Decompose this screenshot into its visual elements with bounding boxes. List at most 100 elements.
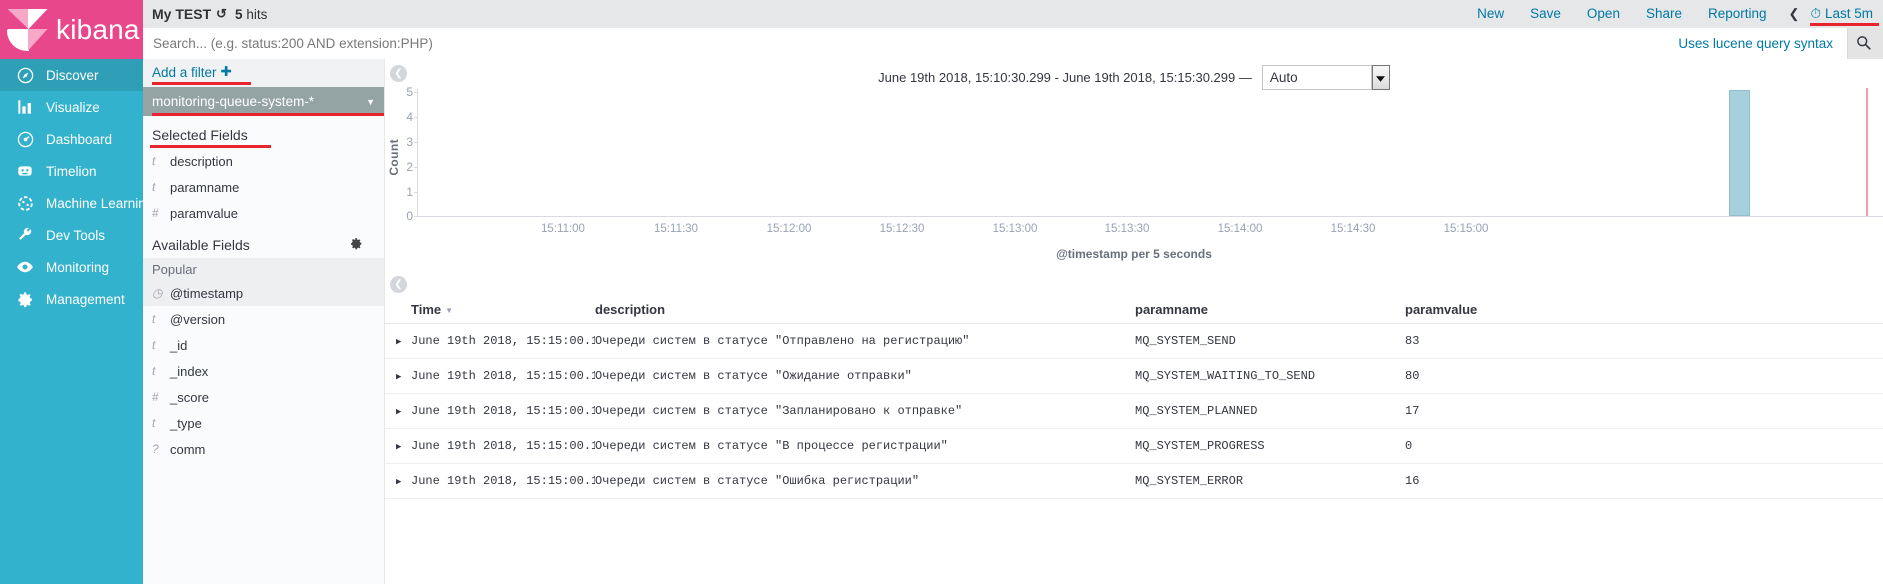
sidebar-item-label: Dev Tools bbox=[46, 227, 106, 243]
field-item-paramvalue[interactable]: # paramvalue bbox=[143, 200, 384, 226]
sidebar-item-label: Dashboard bbox=[46, 131, 113, 147]
add-filter-label: Add a filter bbox=[152, 64, 217, 80]
gear-icon[interactable] bbox=[350, 237, 363, 253]
cell-paramname: MQ_SYSTEM_WAITING_TO_SEND bbox=[1135, 358, 1405, 394]
field-type-string-icon: t bbox=[152, 180, 156, 194]
row-expand-toggle[interactable]: ▶ bbox=[385, 323, 411, 359]
table-row[interactable]: ▶ June 19th 2018, 15:15:00.151 Очереди с… bbox=[385, 428, 1883, 464]
field-name: _id bbox=[170, 337, 188, 353]
sidebar-item-label: Machine Learning bbox=[46, 195, 154, 211]
sidebar-item-machine-learning[interactable]: Machine Learning bbox=[0, 187, 153, 219]
table-row[interactable]: ▶ June 19th 2018, 15:15:00.152 Очереди с… bbox=[385, 323, 1883, 359]
table-row[interactable]: ▶ June 19th 2018, 15:15:00.151 Очереди с… bbox=[385, 463, 1883, 499]
table-row[interactable]: ▶ June 19th 2018, 15:15:00.152 Очереди с… bbox=[385, 358, 1883, 394]
caret-down-icon[interactable]: ▼ bbox=[445, 306, 453, 315]
field-item-timestamp[interactable]: ◷ @timestamp bbox=[143, 280, 384, 306]
search-input[interactable] bbox=[152, 30, 1679, 57]
field-item-id[interactable]: t _id bbox=[143, 332, 384, 358]
caret-right-icon[interactable]: ▶ bbox=[385, 442, 401, 452]
sidebar-item-label: Visualize bbox=[46, 99, 100, 115]
field-name: _score bbox=[170, 389, 210, 405]
field-name: _type bbox=[170, 415, 202, 431]
lucene-syntax-link[interactable]: Uses lucene query syntax bbox=[1678, 36, 1847, 51]
field-name: _index bbox=[170, 363, 209, 379]
sidebar-item-label: Timelion bbox=[46, 163, 97, 179]
th-paramname[interactable]: paramname bbox=[1135, 298, 1405, 324]
cell-paramname: MQ_SYSTEM_PROGRESS bbox=[1135, 428, 1405, 464]
row-expand-toggle[interactable]: ▶ bbox=[385, 358, 411, 394]
th-time[interactable]: Time ▼ bbox=[411, 298, 595, 324]
x-axis-title: @timestamp per 5 seconds bbox=[1056, 247, 1212, 261]
sidebar-item-discover[interactable]: Discover bbox=[0, 59, 143, 91]
th-time-label: Time bbox=[411, 302, 442, 317]
hits-count-container: 5 hits bbox=[235, 7, 267, 22]
caret-right-icon[interactable]: ▶ bbox=[385, 477, 401, 487]
chevron-down-icon: ▼ bbox=[366, 96, 375, 107]
top-nav-open[interactable]: Open bbox=[1574, 0, 1633, 28]
cell-time: June 19th 2018, 15:15:00.152 bbox=[411, 323, 595, 359]
top-nav-save[interactable]: Save bbox=[1517, 0, 1574, 28]
x-tick-label: 15:15:00 bbox=[1443, 223, 1489, 235]
y-axis-ticks: 5 4 3 2 1 0 bbox=[385, 85, 417, 223]
discover-main: ❮ June 19th 2018, 15:10:30.299 - June 19… bbox=[385, 59, 1883, 584]
field-item-type[interactable]: t _type bbox=[143, 410, 384, 436]
interval-select[interactable]: Auto bbox=[1261, 64, 1372, 90]
index-pattern-selector[interactable]: monitoring-queue-system-* ▼ bbox=[143, 87, 384, 116]
available-fields-heading: Available Fields bbox=[143, 226, 384, 258]
field-item-score[interactable]: # _score bbox=[143, 384, 384, 410]
chevron-up-icon[interactable]: ❮ bbox=[390, 276, 407, 293]
cell-description: Очереди систем в статусе "Ошибка регистр… bbox=[595, 463, 1135, 499]
chevron-left-icon[interactable]: ❮ bbox=[390, 65, 407, 82]
sidebar-item-management[interactable]: Management bbox=[0, 283, 143, 315]
cell-description: Очереди систем в статусе "Ожидание отпра… bbox=[595, 358, 1135, 394]
search-submit-button[interactable] bbox=[1847, 28, 1883, 59]
x-tick-label: 15:13:30 bbox=[1104, 223, 1150, 235]
top-nav-new[interactable]: New bbox=[1464, 0, 1517, 28]
search-icon bbox=[1856, 35, 1871, 53]
top-nav-share[interactable]: Share bbox=[1633, 0, 1695, 28]
row-expand-toggle[interactable]: ▶ bbox=[385, 393, 411, 429]
sidebar-item-visualize[interactable]: Visualize bbox=[0, 91, 143, 123]
sidebar-item-monitoring[interactable]: Monitoring bbox=[0, 251, 143, 283]
caret-right-icon[interactable]: ▶ bbox=[385, 407, 401, 417]
histogram-header: ❮ June 19th 2018, 15:10:30.299 - June 19… bbox=[385, 59, 1883, 90]
cell-time: June 19th 2018, 15:15:00.151 bbox=[411, 463, 595, 499]
field-item-paramname[interactable]: t paramname bbox=[143, 174, 384, 200]
sidebar-nav-list: Discover Visualize Dashboard Timelion Ma… bbox=[0, 59, 153, 315]
sidebar-item-timelion[interactable]: Timelion bbox=[0, 155, 143, 187]
cell-description: Очереди систем в статусе "Отправлено на … bbox=[595, 323, 1135, 359]
x-tick-label: 15:12:30 bbox=[879, 223, 925, 235]
add-filter-button[interactable]: Add a filter ✚ bbox=[152, 64, 251, 85]
selected-fields-list: t description t paramname # paramvalue bbox=[143, 148, 384, 226]
sidebar-item-dev-tools[interactable]: Dev Tools bbox=[0, 219, 143, 251]
time-marker-line bbox=[1866, 88, 1868, 216]
x-tick-label: 15:14:00 bbox=[1217, 223, 1263, 235]
field-name: comm bbox=[170, 441, 206, 457]
row-expand-toggle[interactable]: ▶ bbox=[385, 428, 411, 464]
histogram-bar[interactable] bbox=[1729, 90, 1750, 216]
kibana-logo[interactable]: kibana bbox=[0, 0, 143, 59]
field-item-version[interactable]: t @version bbox=[143, 306, 384, 332]
th-paramvalue[interactable]: paramvalue bbox=[1405, 298, 1883, 324]
reload-icon[interactable]: ↻ bbox=[216, 6, 227, 22]
th-description[interactable]: description bbox=[595, 298, 1135, 324]
sidebar-item-label: Discover bbox=[46, 67, 99, 83]
field-item-index[interactable]: t _index bbox=[143, 358, 384, 384]
interval-dropdown-button[interactable] bbox=[1371, 64, 1390, 90]
saved-search-title: My TEST ↻ bbox=[152, 6, 227, 22]
table-row[interactable]: ▶ June 19th 2018, 15:15:00.151 Очереди с… bbox=[385, 393, 1883, 429]
cell-paramvalue: 16 bbox=[1405, 463, 1883, 499]
field-item-comm[interactable]: ? comm bbox=[143, 436, 384, 462]
cell-paramname: MQ_SYSTEM_ERROR bbox=[1135, 463, 1405, 499]
chevron-left-icon[interactable]: ❮ bbox=[1780, 0, 1809, 28]
field-item-description[interactable]: t description bbox=[143, 148, 384, 174]
top-nav-reporting[interactable]: Reporting bbox=[1695, 0, 1780, 28]
row-expand-toggle[interactable]: ▶ bbox=[385, 463, 411, 499]
plot-area[interactable] bbox=[414, 88, 1883, 217]
sidebar-item-dashboard[interactable]: Dashboard bbox=[0, 123, 143, 155]
caret-right-icon[interactable]: ▶ bbox=[385, 372, 401, 382]
caret-right-icon[interactable]: ▶ bbox=[385, 337, 401, 347]
annotation-underline bbox=[152, 82, 251, 85]
field-name: paramvalue bbox=[170, 205, 238, 221]
time-picker-button[interactable]: ⏱ Last 5m bbox=[1808, 0, 1879, 28]
